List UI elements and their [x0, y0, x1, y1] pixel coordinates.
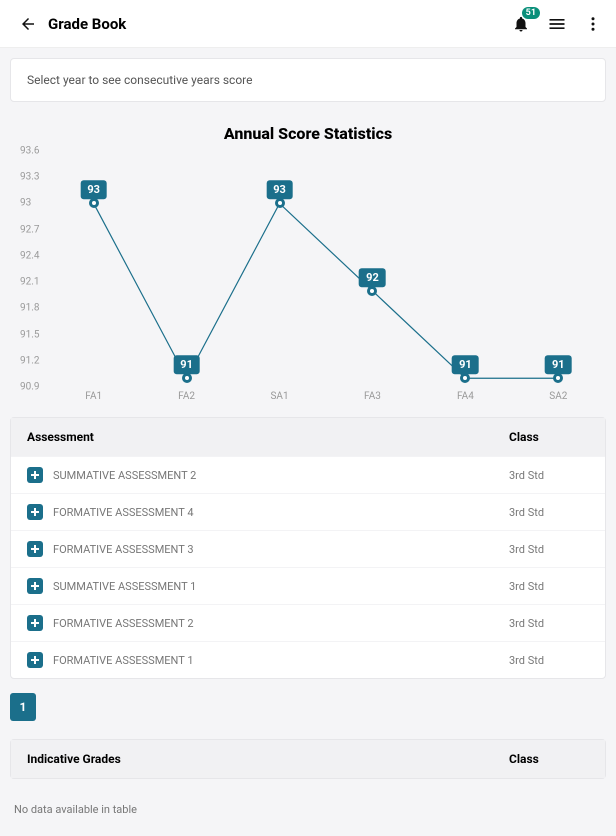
page-1-button[interactable]: 1 — [10, 693, 36, 721]
col-assessment: Assessment — [27, 430, 509, 444]
y-tick: 93.6 — [20, 146, 40, 157]
y-tick: 92.1 — [20, 277, 40, 288]
indicative-empty-text: No data available in table — [10, 793, 606, 826]
assessment-name: SUMMATIVE ASSESSMENT 2 — [53, 469, 509, 482]
back-button[interactable] — [12, 8, 44, 40]
data-point[interactable] — [182, 373, 192, 383]
y-tick: 92.4 — [20, 250, 40, 261]
y-tick: 93 — [20, 198, 31, 209]
assessment-class: 3rd Std — [509, 617, 589, 630]
chart-section: Annual Score Statistics 93.6 93.3 93 92.7 92… — [10, 124, 606, 411]
assessment-class: 3rd Std — [509, 543, 589, 556]
table-row: SUMMATIVE ASSESSMENT 13rd Std — [11, 567, 605, 604]
y-tick: 92.7 — [20, 224, 40, 235]
col-indicative: Indicative Grades — [27, 752, 509, 766]
y-tick: 91.2 — [20, 355, 40, 366]
table-row: FORMATIVE ASSESSMENT 13rd Std — [11, 641, 605, 678]
data-point[interactable] — [367, 286, 377, 296]
data-label: 93 — [80, 181, 107, 200]
data-label: 92 — [359, 268, 386, 287]
chart: 93.693.39392.792.492.191.891.591.290.9 9… — [20, 151, 596, 411]
col-class-2: Class — [509, 752, 589, 766]
data-point[interactable] — [460, 373, 470, 383]
table-row: FORMATIVE ASSESSMENT 43rd Std — [11, 493, 605, 530]
assessment-name: FORMATIVE ASSESSMENT 1 — [53, 654, 509, 667]
x-tick: SA2 — [549, 391, 567, 402]
x-tick: FA2 — [178, 391, 195, 402]
table-row: SUMMATIVE ASSESSMENT 23rd Std — [11, 456, 605, 493]
assessment-class: 3rd Std — [509, 469, 589, 482]
page-title: Grade Book — [48, 15, 510, 33]
assessment-name: FORMATIVE ASSESSMENT 4 — [53, 506, 509, 519]
data-label: 93 — [266, 181, 293, 200]
col-class: Class — [509, 430, 589, 444]
table-row: FORMATIVE ASSESSMENT 33rd Std — [11, 530, 605, 567]
expand-row-button[interactable] — [27, 578, 43, 594]
assessment-name: FORMATIVE ASSESSMENT 2 — [53, 617, 509, 630]
expand-row-button[interactable] — [27, 652, 43, 668]
indicative-grades-table: Indicative Grades Class — [10, 739, 606, 779]
data-point[interactable] — [275, 198, 285, 208]
assessment-table: Assessment Class SUMMATIVE ASSESSMENT 23… — [10, 417, 606, 679]
y-tick: 91.8 — [20, 303, 40, 314]
x-tick: FA3 — [364, 391, 381, 402]
expand-row-button[interactable] — [27, 541, 43, 557]
assessment-name: FORMATIVE ASSESSMENT 3 — [53, 543, 509, 556]
app-header: Grade Book 51 — [0, 0, 616, 48]
expand-row-button[interactable] — [27, 467, 43, 483]
y-tick: 90.9 — [20, 382, 40, 393]
assessment-class: 3rd Std — [509, 506, 589, 519]
indicative-header: Indicative Grades Class — [11, 740, 605, 778]
header-actions: 51 — [510, 13, 604, 35]
y-tick: 91.5 — [20, 329, 40, 340]
main-content: Select year to see consecutive years sco… — [0, 48, 616, 836]
notification-badge: 51 — [522, 7, 540, 19]
pagination: 1 — [10, 693, 606, 721]
assessment-class: 3rd Std — [509, 654, 589, 667]
assessment-name: SUMMATIVE ASSESSMENT 1 — [53, 580, 509, 593]
chart-title: Annual Score Statistics — [10, 124, 606, 143]
x-tick: FA4 — [457, 391, 474, 402]
y-tick: 93.3 — [20, 172, 40, 183]
data-label: 91 — [545, 355, 572, 374]
data-label: 91 — [173, 355, 200, 374]
data-point[interactable] — [553, 373, 563, 383]
x-tick: SA1 — [270, 391, 288, 402]
year-select[interactable]: Select year to see consecutive years sco… — [10, 58, 606, 102]
data-label: 91 — [452, 355, 479, 374]
table-header: Assessment Class — [11, 418, 605, 456]
table-row: FORMATIVE ASSESSMENT 23rd Std — [11, 604, 605, 641]
year-select-placeholder: Select year to see consecutive years sco… — [27, 73, 253, 87]
data-point[interactable] — [89, 198, 99, 208]
x-tick: FA1 — [85, 391, 102, 402]
more-button[interactable] — [582, 13, 604, 35]
menu-button[interactable] — [546, 13, 568, 35]
expand-row-button[interactable] — [27, 504, 43, 520]
expand-row-button[interactable] — [27, 615, 43, 631]
assessment-class: 3rd Std — [509, 580, 589, 593]
notifications-button[interactable]: 51 — [510, 13, 532, 35]
